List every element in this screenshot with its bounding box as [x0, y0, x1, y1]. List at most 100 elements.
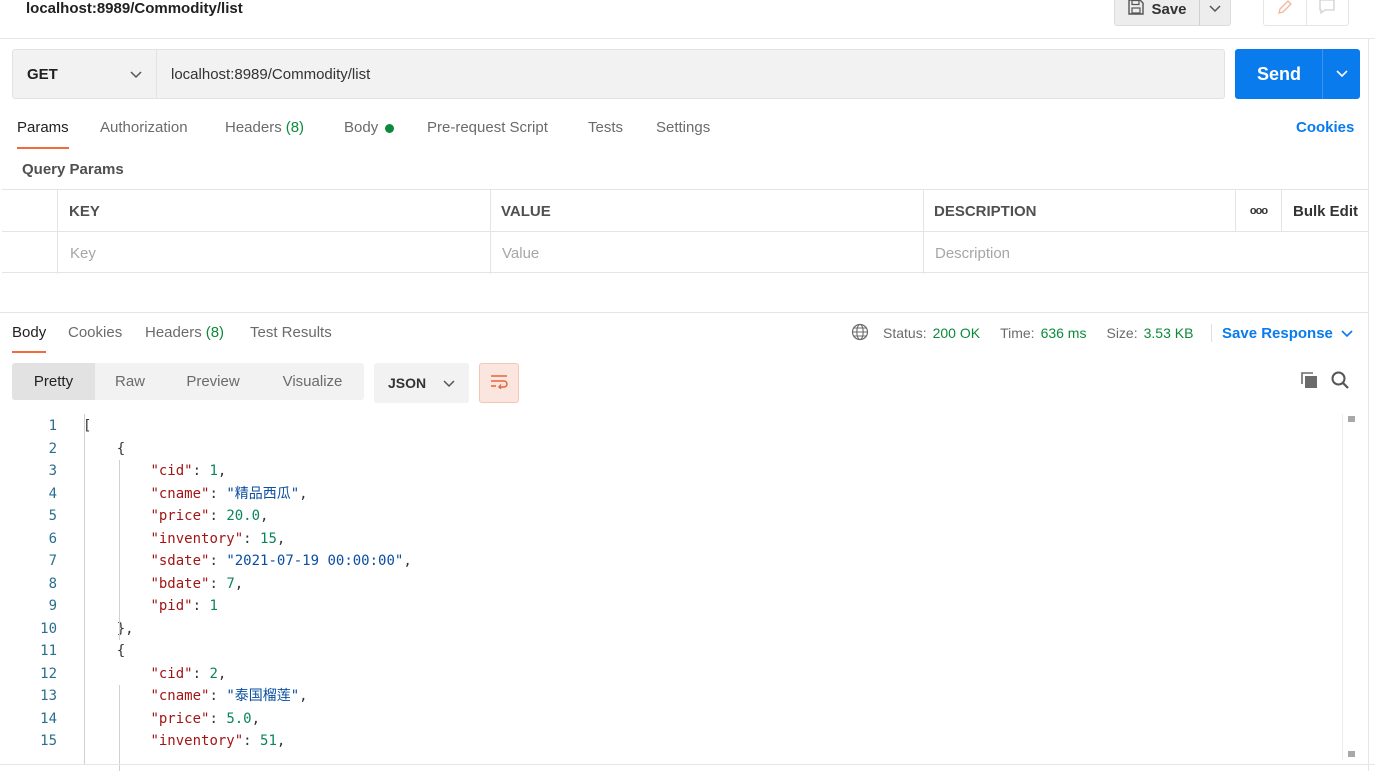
code-token: "bdate" [150, 575, 210, 592]
code-text: "sdate": "2021-07-19 00:00:00", [83, 550, 411, 573]
value-input[interactable]: Value [490, 232, 923, 274]
more-options-button[interactable]: ooo [1235, 190, 1281, 232]
status-value[interactable]: 200 OK [933, 325, 980, 341]
code-token: 1 [209, 463, 218, 479]
code-token: , [299, 485, 308, 502]
code-token: "cname" [150, 688, 210, 704]
code-token: , [217, 665, 227, 682]
chevron-down-icon [130, 66, 142, 83]
save-response-button[interactable]: Save Response [1211, 324, 1353, 342]
method-select[interactable]: GET [12, 49, 157, 99]
line-number: 2 [48, 440, 57, 457]
code-text: "cid": 2, [83, 663, 226, 686]
comments-button[interactable] [1305, 0, 1348, 25]
code-token: 5.0 [226, 710, 252, 727]
line-number: 13 [40, 688, 57, 704]
tab-prerequest-script[interactable]: Pre-request Script [427, 119, 548, 149]
edit-comment-group [1263, 0, 1349, 26]
search-icon[interactable] [1330, 370, 1350, 395]
wrap-lines-button[interactable] [479, 363, 519, 403]
bulk-edit-button[interactable]: Bulk Edit [1281, 190, 1369, 232]
description-input[interactable]: Description [923, 232, 1369, 274]
scroll-up-arrow[interactable] [1348, 416, 1355, 422]
size-value[interactable]: 3.53 KB [1144, 325, 1194, 341]
description-column-header: DESCRIPTION [923, 190, 1236, 232]
line-number: 8 [48, 575, 57, 592]
tab-tests[interactable]: Tests [588, 119, 623, 149]
code-text: }, [83, 618, 134, 641]
chevron-down-icon [1335, 65, 1348, 83]
save-options-button[interactable] [1199, 0, 1231, 26]
code-text: "bdate": 7, [83, 573, 243, 596]
url-input[interactable]: localhost:8989/Commodity/list [156, 49, 1225, 99]
code-token: : [243, 530, 261, 547]
code-text: { [83, 438, 125, 461]
tab-settings[interactable]: Settings [656, 119, 710, 149]
code-text: "inventory": 51, [83, 730, 285, 753]
checkbox-column-header [2, 190, 58, 232]
save-response-label: Save Response [1222, 324, 1333, 342]
code-token: , [276, 530, 286, 547]
indent-guide [84, 414, 85, 764]
tab-test-results[interactable]: Test Results [250, 324, 332, 353]
code-token: 51 [260, 733, 277, 749]
scroll-down-arrow[interactable] [1348, 751, 1355, 757]
globe-icon[interactable] [851, 323, 869, 344]
indent-guide [119, 684, 120, 771]
line-number: 10 [40, 620, 57, 637]
method-value: GET [27, 65, 58, 83]
edit-button[interactable] [1264, 0, 1306, 25]
code-token: "cid" [150, 463, 193, 479]
tab-authorization[interactable]: Authorization [100, 119, 188, 149]
tab-headers[interactable]: Headers (8) [225, 119, 304, 149]
format-pretty[interactable]: Pretty [12, 363, 95, 400]
line-number: 6 [48, 530, 57, 547]
body-indicator-dot [385, 124, 395, 133]
save-label: Save [1151, 0, 1187, 18]
line-number: 9 [48, 598, 57, 614]
send-button[interactable]: Send [1235, 49, 1323, 99]
copy-icon[interactable] [1299, 370, 1319, 395]
code-token: : [209, 688, 227, 704]
line-number: 7 [48, 553, 57, 569]
tab-body[interactable]: Body [344, 119, 395, 149]
code-text: "cid": 1, [83, 460, 226, 483]
tab-response-cookies[interactable]: Cookies [68, 324, 122, 353]
tab-response-headers[interactable]: Headers (8) [145, 324, 224, 353]
language-select[interactable]: JSON [374, 363, 469, 403]
language-value: JSON [388, 375, 427, 391]
code-token: { [83, 643, 126, 659]
send-options-button[interactable] [1322, 49, 1360, 99]
tab-label: Settings [656, 119, 711, 136]
editor-scrollbar[interactable] [1342, 414, 1358, 760]
tab-label: Pre-request Script [427, 119, 548, 136]
code-token: : [209, 485, 227, 502]
code-token: : [209, 575, 227, 592]
tab-response-body[interactable]: Body [12, 324, 47, 353]
format-visualize[interactable]: Visualize [261, 363, 364, 400]
tab-label: Headers [225, 119, 282, 136]
save-button[interactable]: Save [1114, 0, 1200, 26]
line-number: 1 [48, 418, 57, 434]
code-token: : [243, 733, 261, 749]
format-preview[interactable]: Preview [165, 363, 261, 400]
cookies-link[interactable]: Cookies [1296, 119, 1354, 136]
code-token: 1 [209, 598, 218, 614]
code-token: { [83, 440, 126, 457]
value-column-header: VALUE [490, 190, 923, 232]
time-value[interactable]: 636 ms [1041, 325, 1087, 341]
tab-params[interactable]: Params [17, 119, 69, 149]
code-text: "price": 20.0, [83, 505, 268, 528]
key-column-header: KEY [57, 190, 491, 232]
table-row: Key Value Description [2, 232, 1369, 274]
response-body-editor[interactable]: 1[2 {3 "cid": 1, 4 "cname": "精品西瓜", 5 "pri… [0, 414, 1344, 771]
key-input[interactable]: Key [57, 232, 491, 274]
code-token: "inventory" [150, 530, 244, 547]
code-token: : [209, 508, 227, 524]
line-number: 11 [40, 643, 57, 659]
format-raw[interactable]: Raw [95, 363, 165, 400]
line-number: 14 [40, 710, 57, 727]
